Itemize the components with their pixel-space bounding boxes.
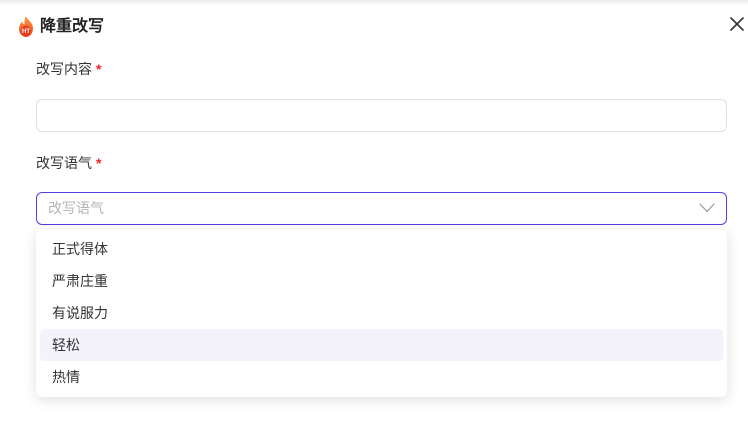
tone-select[interactable]: 改写语气 (36, 192, 727, 225)
tone-option[interactable]: 正式得体 (40, 233, 723, 265)
tone-option[interactable]: 严肃庄重 (40, 265, 723, 297)
chevron-down-icon (699, 203, 715, 213)
tone-option[interactable]: 轻松 (40, 329, 723, 361)
tone-field-label: 改写语气 * (36, 153, 101, 173)
required-mark: * (96, 61, 102, 77)
tone-dropdown: 正式得体 严肃庄重 有说服力 轻松 热情 (36, 230, 727, 397)
tone-field-label-text: 改写语气 (36, 155, 92, 171)
logo-text: HT (22, 29, 30, 35)
dialog-title: 降重改写 (40, 18, 105, 35)
tone-option[interactable]: 热情 (40, 361, 723, 393)
tone-option[interactable]: 有说服力 (40, 297, 723, 329)
close-icon[interactable] (729, 16, 745, 32)
flame-logo-icon: HT (19, 16, 33, 37)
content-field-label: 改写内容 * (36, 59, 101, 79)
required-mark: * (96, 155, 102, 171)
tone-select-placeholder: 改写语气 (48, 200, 104, 216)
content-field-label-text: 改写内容 (36, 61, 92, 77)
top-edge-shadow (0, 0, 748, 6)
rewrite-dialog: HT 降重改写 改写内容 * 改写语气 * 改写语气 正式得体 严肃庄重 有说服力 … (0, 0, 748, 444)
content-input[interactable] (36, 99, 727, 132)
